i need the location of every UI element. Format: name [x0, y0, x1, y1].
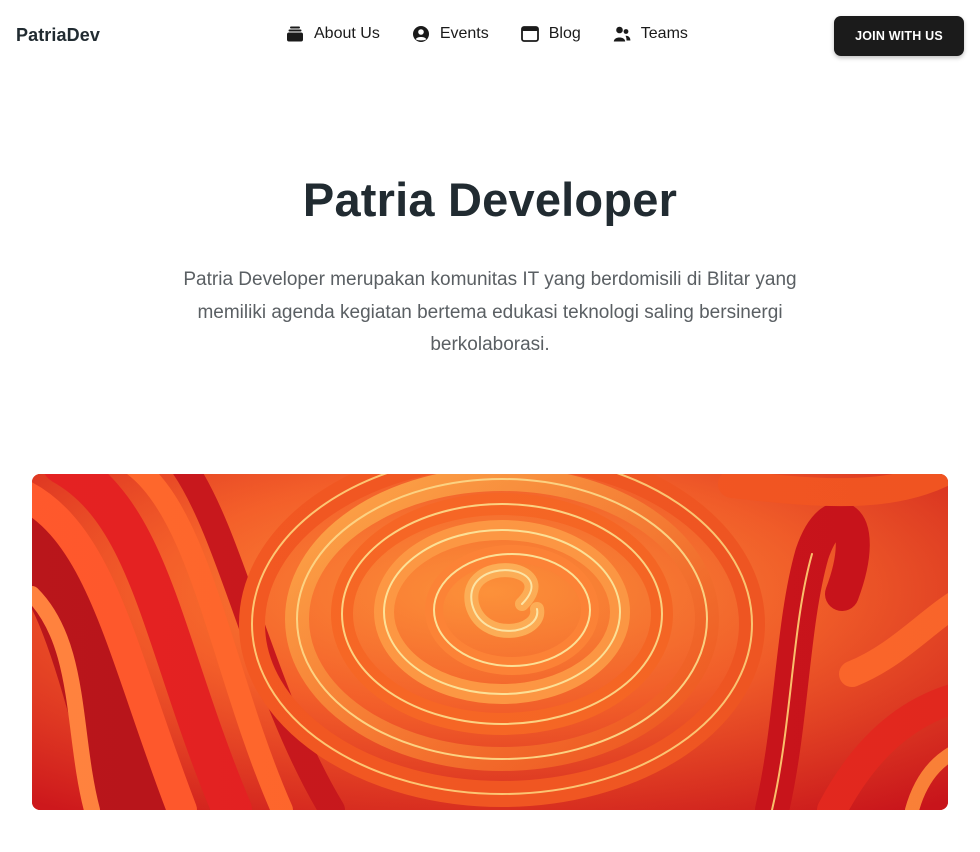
brand-logo[interactable]: PatriaDev	[16, 25, 100, 46]
nav-item-blog[interactable]: Blog	[520, 25, 581, 43]
nav-item-teams[interactable]: Teams	[613, 25, 688, 43]
abstract-spiral-artwork	[32, 474, 948, 810]
nav-item-label: Teams	[640, 25, 688, 42]
top-navbar: PatriaDev About Us Events Blog Teams JOI…	[0, 0, 980, 72]
users-icon	[613, 26, 631, 42]
nav-item-about-us[interactable]: About Us	[286, 25, 380, 43]
hero-description: Patria Developer merupakan komunitas IT …	[183, 269, 797, 355]
hero-title: Patria Developer	[302, 173, 678, 226]
browser-window-icon	[520, 26, 539, 42]
hero-image	[32, 474, 948, 810]
nav-item-label: Events	[439, 25, 489, 42]
user-circle-icon	[412, 26, 429, 42]
nav-item-events[interactable]: Events	[412, 25, 489, 43]
join-with-us-button[interactable]: JOIN WITH US	[834, 16, 964, 56]
nav-item-label: About Us	[314, 25, 380, 42]
layers-icon	[287, 26, 303, 42]
main-nav: About Us Events Blog Teams	[286, 25, 688, 43]
nav-item-label: Blog	[548, 25, 581, 42]
